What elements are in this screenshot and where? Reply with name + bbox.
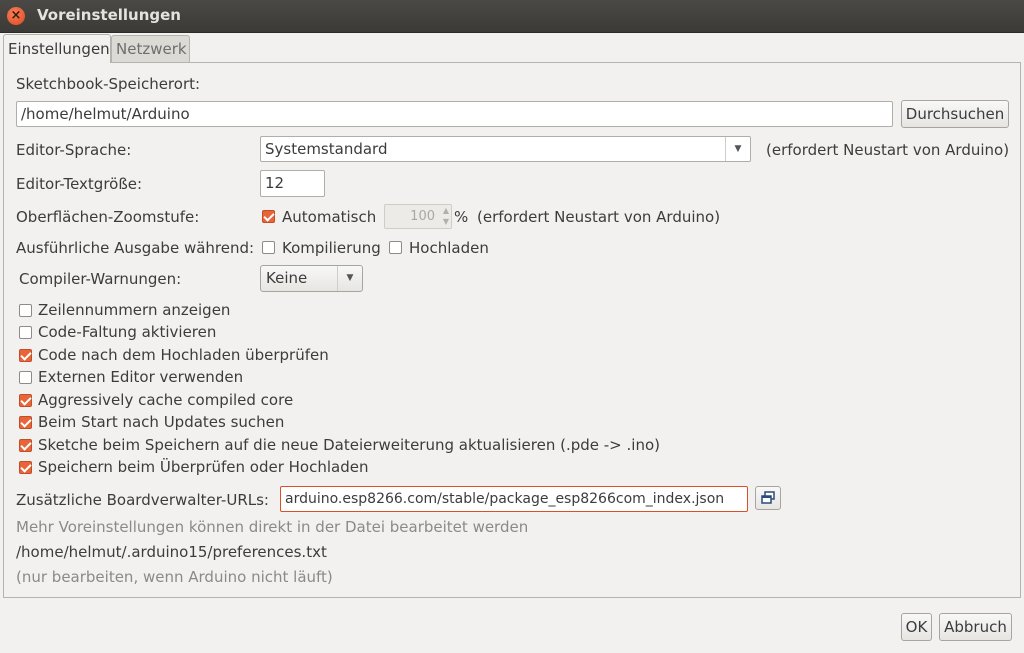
editor-language-note: (erfordert Neustart von Arduino) (766, 141, 1010, 159)
option-line-numbers-checkbox[interactable] (19, 304, 32, 317)
chevron-down-icon: ▼ (725, 137, 750, 161)
window-title: Voreinstellungen (37, 6, 181, 24)
editor-language-select[interactable]: Systemstandard ▼ (260, 136, 751, 162)
option-save-on-verify-checkbox[interactable] (19, 461, 32, 474)
ok-button[interactable]: OK (901, 613, 932, 641)
compiler-warnings-label: Compiler-Warnungen: (19, 270, 182, 288)
sketchbook-path-input[interactable]: /home/helmut/Arduino (16, 101, 893, 127)
option-verify-upload-checkbox[interactable] (19, 349, 32, 362)
editor-language-label: Editor-Sprache: (16, 141, 132, 159)
font-size-input[interactable]: 12 (260, 170, 325, 197)
prefs-hint-text: (nur bearbeiten, wenn Arduino nicht läuf… (16, 568, 333, 586)
prefs-path-text: /home/helmut/.arduino15/preferences.txt (16, 543, 327, 561)
option-external-editor-checkbox[interactable] (19, 371, 32, 384)
option-update-extension-label: Sketche beim Speichern auf die neue Date… (38, 436, 660, 454)
zoom-spinner[interactable]: 100 ▲ ▼ (384, 204, 452, 229)
browse-button[interactable]: Durchsuchen (901, 100, 1009, 128)
verbose-compile-checkbox[interactable] (262, 241, 275, 254)
option-code-folding-label: Code-Faltung aktivieren (38, 323, 217, 341)
zoom-auto-checkbox[interactable] (262, 210, 275, 223)
zoom-note: (erfordert Neustart von Arduino) (477, 208, 721, 226)
verbose-upload-label: Hochladen (409, 239, 489, 257)
tab-einstellungen[interactable]: Einstellungen (3, 34, 111, 63)
option-verify-upload-label: Code nach dem Hochladen überprüfen (38, 346, 329, 364)
option-check-updates-checkbox[interactable] (19, 416, 32, 429)
board-urls-label: Zusätzliche Boardverwalter-URLs: (16, 491, 269, 509)
zoom-label: Oberflächen-Zoomstufe: (16, 208, 200, 226)
chevron-down-icon: ▼ (337, 266, 362, 291)
zoom-unit: % (454, 208, 469, 226)
verbose-upload-checkbox[interactable] (389, 241, 402, 254)
cancel-button[interactable]: Abbruch (939, 613, 1012, 641)
option-update-extension-checkbox[interactable] (19, 439, 32, 452)
verbose-compile-label: Kompilierung (282, 239, 381, 257)
option-line-numbers-label: Zeilennummern anzeigen (38, 301, 231, 319)
option-cache-core-checkbox[interactable] (19, 394, 32, 407)
window-open-icon (761, 491, 775, 504)
option-code-folding-checkbox[interactable] (19, 326, 32, 339)
editor-language-value: Systemstandard (265, 140, 388, 158)
font-size-label: Editor-Textgröße: (16, 175, 143, 193)
sketchbook-label: Sketchbook-Speicherort: (16, 75, 201, 93)
zoom-auto-label: Automatisch (282, 208, 377, 226)
zoom-value: 100 (410, 209, 435, 224)
board-urls-input[interactable]: arduino.esp8266.com/stable/package_esp82… (280, 486, 748, 512)
tab-netzwerk[interactable]: Netzwerk (111, 35, 190, 62)
board-urls-value: arduino.esp8266.com/stable/package_esp82… (285, 491, 725, 507)
compiler-warnings-value: Keine (266, 269, 308, 287)
verbose-label: Ausführliche Ausgabe während: (16, 239, 255, 257)
close-icon[interactable]: × (7, 7, 25, 25)
more-prefs-text: Mehr Voreinstellungen können direkt in d… (16, 518, 529, 536)
title-bar: × Voreinstellungen (0, 0, 1024, 33)
board-urls-edit-button[interactable] (755, 486, 781, 510)
option-external-editor-label: Externen Editor verwenden (38, 368, 244, 386)
option-check-updates-label: Beim Start nach Updates suchen (38, 413, 285, 431)
option-cache-core-label: Aggressively cache compiled core (38, 391, 294, 409)
spinner-arrows-icon: ▲ ▼ (442, 206, 449, 226)
compiler-warnings-select[interactable]: Keine ▼ (260, 265, 363, 292)
settings-panel: Sketchbook-Speicherort: /home/helmut/Ard… (3, 62, 1021, 598)
option-save-on-verify-label: Speichern beim Überprüfen oder Hochladen (38, 458, 369, 476)
